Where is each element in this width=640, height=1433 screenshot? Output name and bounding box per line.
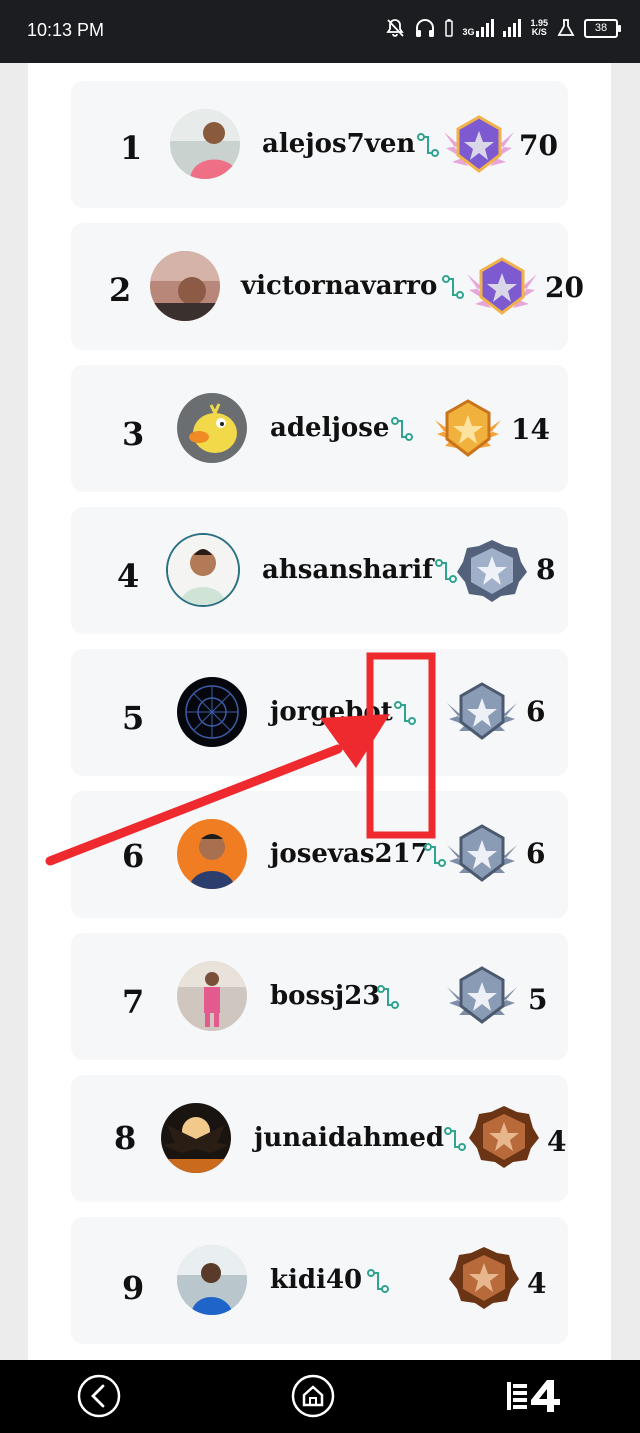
avatar[interactable] (168, 535, 238, 605)
witness-pin-icon (391, 417, 413, 441)
leaderboard-row[interactable]: 2 victornavarro 20 (71, 223, 584, 350)
rank-number: 7 (122, 983, 145, 1021)
witness-pin-icon (367, 1269, 389, 1293)
username[interactable]: bossj23 (270, 981, 380, 1011)
rank-number: 6 (122, 837, 145, 875)
rank-number: 9 (122, 1269, 145, 1307)
app-logo-icon[interactable] (505, 1378, 565, 1414)
status-icons: 3G 1.95 K/S 38 (385, 18, 621, 38)
score: 5 (528, 983, 548, 1016)
lab-flask-icon (557, 19, 575, 36)
score: 4 (547, 1125, 567, 1158)
rank-number: 1 (120, 129, 143, 167)
rank-number: 8 (114, 1119, 137, 1157)
battery-indicator: 38 (584, 18, 621, 38)
rank-number: 3 (122, 415, 145, 453)
battery-level: 38 (594, 21, 608, 34)
avatar[interactable] (177, 961, 247, 1031)
username[interactable]: ahsansharif (262, 555, 433, 585)
network-type-label: 3G (462, 27, 475, 37)
witness-pin-icon (377, 985, 399, 1009)
silver-star-badge-icon (457, 540, 527, 602)
avatar[interactable] (170, 109, 240, 179)
data-speed-unit: K/S (531, 27, 547, 37)
username[interactable]: josevas217 (270, 839, 429, 869)
home-icon[interactable] (290, 1373, 336, 1419)
score: 8 (536, 553, 556, 586)
gold-star-badge-icon (435, 399, 501, 457)
signal-icon-2 (503, 19, 522, 37)
data-speed: 1.95 K/S (530, 19, 548, 37)
back-icon[interactable] (76, 1373, 122, 1419)
witness-pin-icon (394, 701, 416, 725)
bronze-star-badge-icon (449, 1247, 519, 1309)
username[interactable]: alejos7ven (262, 129, 415, 159)
avatar[interactable] (150, 251, 220, 321)
status-bar: 10:13 PM 3G 1.95 K/S 38 (0, 0, 640, 63)
avatar[interactable] (177, 819, 247, 889)
rank-number: 4 (117, 557, 140, 595)
rank-number: 5 (122, 699, 145, 737)
avatar[interactable] (161, 1103, 231, 1173)
score: 20 (545, 271, 584, 304)
leaderboard-row[interactable]: 1 alejos7ven 70 (71, 81, 568, 208)
score: 14 (511, 413, 550, 446)
score: 70 (519, 129, 558, 162)
username[interactable]: adeljose (270, 413, 389, 443)
username[interactable]: victornavarro (241, 271, 437, 301)
score: 6 (526, 695, 546, 728)
leaderboard-row[interactable]: 5 jorgebot 6 (71, 649, 568, 776)
rank-number: 2 (109, 271, 132, 309)
avatar[interactable] (177, 677, 247, 747)
silver-winged-star-badge-icon (447, 966, 517, 1024)
bronze-star-badge-icon (469, 1106, 539, 1168)
signal-icon (476, 19, 495, 37)
status-time: 10:13 PM (27, 20, 105, 40)
silver-winged-star-badge-icon (447, 824, 517, 882)
leaderboard-row[interactable]: 3 adeljose 14 (71, 365, 568, 492)
navigation-bar (0, 1360, 640, 1433)
purple-winged-star-badge-icon (444, 115, 514, 173)
avatar[interactable] (177, 1245, 247, 1315)
purple-winged-star-badge-icon (467, 257, 537, 315)
score: 6 (526, 837, 546, 870)
leaderboard-row[interactable]: 6 josevas217 6 (71, 791, 568, 918)
battery-saver-icon (445, 19, 454, 37)
score: 4 (527, 1267, 547, 1300)
username[interactable]: junaidahmed (254, 1123, 444, 1153)
headphones-icon (416, 19, 435, 37)
leaderboard-row[interactable]: 7 bossj23 5 (71, 933, 568, 1060)
leaderboard-row[interactable]: 4 ahsansharif 8 (71, 507, 568, 634)
witness-pin-icon (417, 133, 439, 157)
leaderboard-row[interactable]: 8 junaidahmed 4 (71, 1075, 568, 1202)
silver-winged-star-badge-icon (447, 682, 517, 740)
avatar[interactable] (177, 393, 247, 463)
mute-notification-icon (386, 19, 405, 37)
username[interactable]: jorgebot (270, 697, 393, 727)
leaderboard-row[interactable]: 9 kidi40 4 (71, 1217, 568, 1344)
username[interactable]: kidi40 (270, 1265, 362, 1295)
